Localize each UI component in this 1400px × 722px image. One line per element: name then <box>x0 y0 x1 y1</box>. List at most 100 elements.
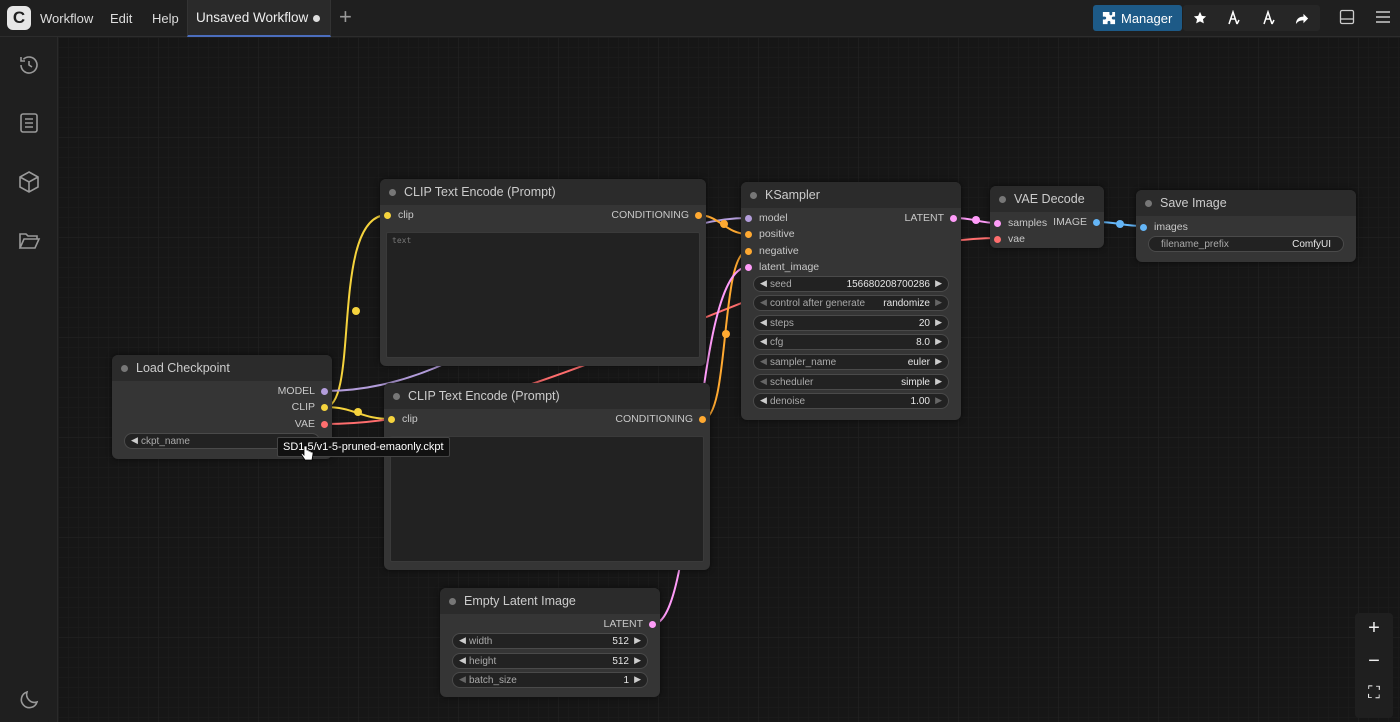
seed-widget[interactable]: ◀ seed 156680208700286 ▶ <box>753 276 949 292</box>
cfg-widget[interactable]: ◀ cfg 8.0 ▶ <box>753 334 949 350</box>
slot-dot-icon[interactable] <box>994 236 1001 243</box>
slot-dot-icon[interactable] <box>695 212 702 219</box>
slot-dot-icon[interactable] <box>384 212 391 219</box>
input-positive[interactable]: positive <box>745 228 795 240</box>
output-vae[interactable]: VAE <box>295 418 328 430</box>
denoise-widget[interactable]: ◀ denoise 1.00 ▶ <box>753 393 949 409</box>
comfyui-logo[interactable]: C <box>7 6 31 30</box>
output-clip[interactable]: CLIP <box>292 401 328 413</box>
queue-list-icon[interactable] <box>17 111 41 135</box>
input-vae[interactable]: vae <box>994 233 1025 245</box>
increment-arrow-icon[interactable]: ▶ <box>935 317 942 328</box>
share-arrow-icon[interactable] <box>1292 11 1314 26</box>
input-model[interactable]: model <box>745 212 788 224</box>
batch-size-widget[interactable]: ◀ batch_size 1 ▶ <box>452 672 648 688</box>
menu-edit[interactable]: Edit <box>110 11 132 26</box>
slot-dot-icon[interactable] <box>1140 224 1147 231</box>
output-image[interactable]: IMAGE <box>1053 216 1100 228</box>
zoom-out-minus-icon[interactable]: − <box>1355 650 1393 673</box>
dark-mode-moon-icon[interactable] <box>17 688 41 712</box>
collapse-dot-icon[interactable] <box>389 189 396 196</box>
node-clip-text-encode-bottom[interactable]: CLIP Text Encode (Prompt) clip CONDITION… <box>384 383 710 570</box>
increment-arrow-icon[interactable]: ▶ <box>634 674 641 685</box>
slot-dot-icon[interactable] <box>321 421 328 428</box>
collapse-dot-icon[interactable] <box>750 192 757 199</box>
fit-view-icon[interactable]: ⛶ <box>1355 683 1393 703</box>
new-tab-plus-icon[interactable]: + <box>339 6 352 28</box>
input-negative[interactable]: negative <box>745 245 799 257</box>
node-clip-text-encode-top[interactable]: CLIP Text Encode (Prompt) clip CONDITION… <box>380 179 706 366</box>
steps-widget[interactable]: ◀ steps 20 ▶ <box>753 315 949 331</box>
input-images[interactable]: images <box>1140 221 1188 233</box>
increment-arrow-icon[interactable]: ▶ <box>935 356 942 367</box>
decrement-arrow-icon[interactable]: ◀ <box>459 635 466 646</box>
input-clip[interactable]: clip <box>388 413 418 425</box>
menu-workflow[interactable]: Workflow <box>40 11 93 26</box>
slot-dot-icon[interactable] <box>321 404 328 411</box>
filename-prefix-widget[interactable]: filename_prefix ComfyUI <box>1148 236 1344 252</box>
slot-dot-icon[interactable] <box>1093 219 1100 226</box>
prompt-textarea[interactable]: text <box>386 232 700 358</box>
panel-toggle-icon[interactable] <box>1339 8 1355 26</box>
slot-dot-icon[interactable] <box>388 416 395 423</box>
input-clip[interactable]: clip <box>384 209 414 221</box>
manager-button[interactable]: Manager <box>1093 5 1182 31</box>
slot-dot-icon[interactable] <box>745 264 752 271</box>
slot-dot-icon[interactable] <box>321 388 328 395</box>
input-latent-image[interactable]: latent_image <box>745 261 819 273</box>
node-title-bar[interactable]: VAE Decode <box>990 186 1104 212</box>
increment-arrow-icon[interactable]: ▶ <box>634 655 641 666</box>
decrement-arrow-icon[interactable]: ◀ <box>760 376 767 387</box>
node-title-bar[interactable]: Empty Latent Image <box>440 588 660 614</box>
increment-arrow-icon[interactable]: ▶ <box>634 635 641 646</box>
increment-arrow-icon[interactable]: ▶ <box>935 395 942 406</box>
node-empty-latent-image[interactable]: Empty Latent Image LATENT ◀ width 512 ▶ ◀ he… <box>440 588 660 697</box>
menu-help[interactable]: Help <box>152 11 179 26</box>
hamburger-menu-icon[interactable] <box>1375 8 1391 26</box>
output-conditioning[interactable]: CONDITIONING <box>611 209 702 221</box>
output-latent[interactable]: LATENT <box>604 618 656 630</box>
node-title-bar[interactable]: CLIP Text Encode (Prompt) <box>384 383 710 409</box>
slot-dot-icon[interactable] <box>745 248 752 255</box>
output-conditioning[interactable]: CONDITIONING <box>615 413 706 425</box>
slot-dot-icon[interactable] <box>649 621 656 628</box>
node-title-bar[interactable]: Save Image <box>1136 190 1356 216</box>
increment-arrow-icon[interactable]: ▶ <box>935 336 942 347</box>
zoom-in-plus-icon[interactable]: + <box>1355 617 1393 640</box>
input-samples[interactable]: samples <box>994 217 1047 229</box>
decrement-arrow-icon[interactable]: ◀ <box>760 395 767 406</box>
decrement-arrow-icon[interactable]: ◀ <box>760 297 767 308</box>
node-title-bar[interactable]: Load Checkpoint <box>112 355 332 381</box>
collapse-dot-icon[interactable] <box>121 365 128 372</box>
width-widget[interactable]: ◀ width 512 ▶ <box>452 633 648 649</box>
increment-arrow-icon[interactable]: ▶ <box>935 278 942 289</box>
decrement-arrow-icon[interactable]: ◀ <box>760 317 767 328</box>
node-ksampler[interactable]: KSampler model positive negative latent_… <box>741 182 961 420</box>
node-title-bar[interactable]: CLIP Text Encode (Prompt) <box>380 179 706 205</box>
decrement-arrow-icon[interactable]: ◀ <box>459 674 466 685</box>
node-vae-decode[interactable]: VAE Decode samples vae IMAGE <box>990 186 1104 248</box>
slot-dot-icon[interactable] <box>745 215 752 222</box>
collapse-dot-icon[interactable] <box>393 393 400 400</box>
collapse-dot-icon[interactable] <box>999 196 1006 203</box>
slot-dot-icon[interactable] <box>994 220 1001 227</box>
model-library-cube-icon[interactable] <box>17 170 41 194</box>
output-latent[interactable]: LATENT <box>905 212 957 224</box>
workflow-graph-alt-icon[interactable] <box>1258 10 1280 26</box>
workflow-graph-icon[interactable] <box>1223 10 1245 26</box>
decrement-arrow-icon[interactable]: ◀ <box>131 435 138 446</box>
decrement-arrow-icon[interactable]: ◀ <box>459 655 466 666</box>
slot-dot-icon[interactable] <box>699 416 706 423</box>
decrement-arrow-icon[interactable]: ◀ <box>760 278 767 289</box>
sampler-name-widget[interactable]: ◀ sampler_name euler ▶ <box>753 354 949 370</box>
star-icon[interactable] <box>1189 11 1211 25</box>
slot-dot-icon[interactable] <box>745 231 752 238</box>
folder-open-icon[interactable] <box>17 228 41 252</box>
decrement-arrow-icon[interactable]: ◀ <box>760 336 767 347</box>
increment-arrow-icon[interactable]: ▶ <box>935 297 942 308</box>
collapse-dot-icon[interactable] <box>1145 200 1152 207</box>
increment-arrow-icon[interactable]: ▶ <box>935 376 942 387</box>
output-model[interactable]: MODEL <box>278 385 328 397</box>
decrement-arrow-icon[interactable]: ◀ <box>760 356 767 367</box>
scheduler-widget[interactable]: ◀ scheduler simple ▶ <box>753 374 949 390</box>
